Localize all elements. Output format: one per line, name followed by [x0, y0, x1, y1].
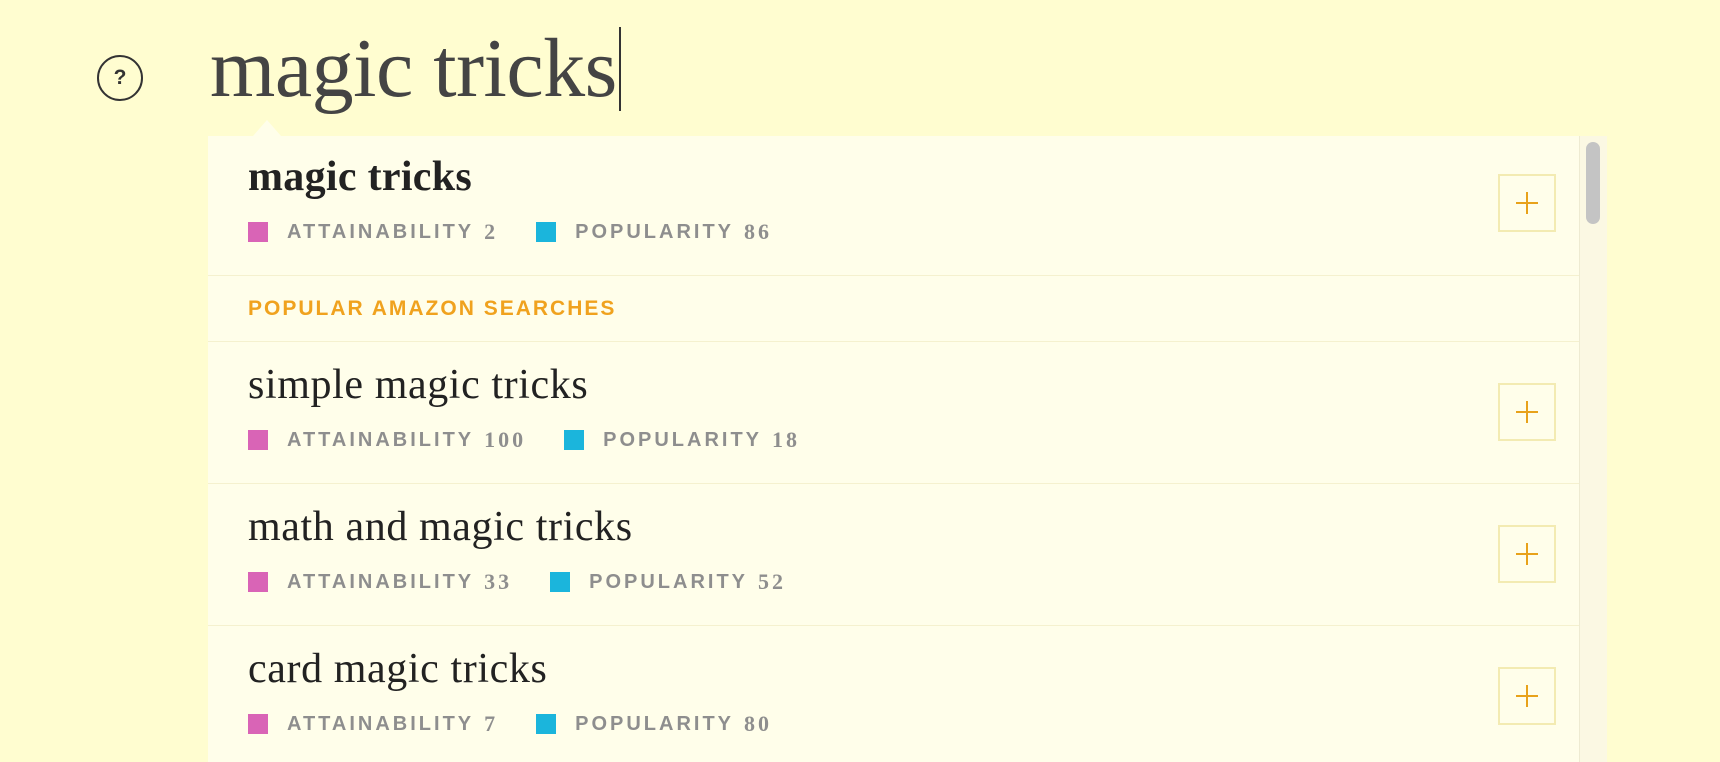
plus-icon	[1516, 192, 1538, 214]
suggestions-dropdown: magic tricks ATTAINABILITY 2 POPULARITY …	[208, 136, 1607, 762]
add-button[interactable]	[1498, 667, 1556, 725]
attainability-metric: ATTAINABILITY 100	[248, 427, 526, 453]
help-button[interactable]: ?	[97, 55, 143, 101]
top-result-row[interactable]: magic tricks ATTAINABILITY 2 POPULARITY …	[208, 136, 1579, 276]
scrollbar-track[interactable]	[1579, 136, 1607, 762]
popularity-swatch	[536, 714, 557, 734]
plus-icon	[1516, 401, 1538, 423]
attainability-swatch	[248, 430, 268, 450]
top-result-term: magic tricks	[248, 154, 473, 200]
add-button[interactable]	[1498, 174, 1556, 232]
suggestion-row[interactable]: card magic tricks ATTAINABILITY 7 POPULA…	[208, 626, 1579, 762]
attainability-swatch	[248, 572, 268, 592]
attainability-metric: ATTAINABILITY 2	[248, 219, 498, 245]
attainability-label: ATTAINABILITY	[287, 712, 475, 735]
suggestion-row[interactable]: simple magic tricks ATTAINABILITY 100 PO…	[208, 342, 1579, 484]
attainability-value: 7	[484, 711, 499, 736]
attainability-label: ATTAINABILITY	[287, 220, 475, 243]
popularity-metric: POPULARITY 18	[564, 427, 800, 453]
suggestion-term: math and magic tricks	[248, 504, 633, 550]
suggestion-metrics: ATTAINABILITY 100 POPULARITY 18	[248, 427, 838, 453]
attainability-swatch	[248, 222, 268, 242]
popularity-metric: POPULARITY 80	[536, 711, 772, 737]
suggestion-metrics: ATTAINABILITY 7 POPULARITY 80	[248, 711, 810, 737]
popularity-swatch	[536, 222, 557, 242]
suggestion-metrics: ATTAINABILITY 33 POPULARITY 52	[248, 569, 824, 595]
attainability-value: 33	[484, 569, 513, 594]
question-mark-icon: ?	[113, 66, 127, 89]
popularity-swatch	[564, 430, 585, 450]
popularity-value: 80	[744, 711, 773, 736]
popularity-metric: POPULARITY 52	[550, 569, 786, 595]
attainability-metric: ATTAINABILITY 7	[248, 711, 498, 737]
popularity-label: POPULARITY	[575, 712, 735, 735]
popularity-value: 18	[772, 427, 801, 452]
dropdown-pointer	[253, 120, 281, 136]
add-button[interactable]	[1498, 383, 1556, 441]
popularity-label: POPULARITY	[603, 428, 763, 451]
popularity-swatch	[550, 572, 571, 592]
top-result-metrics: ATTAINABILITY 2 POPULARITY 86	[248, 219, 810, 245]
suggestion-term: simple magic tricks	[248, 362, 589, 408]
suggestion-term: card magic tricks	[248, 646, 548, 692]
attainability-label: ATTAINABILITY	[287, 570, 475, 593]
popularity-value: 86	[744, 219, 773, 244]
attainability-label: ATTAINABILITY	[287, 428, 475, 451]
attainability-value: 100	[484, 427, 527, 452]
add-button[interactable]	[1498, 525, 1556, 583]
suggestion-row[interactable]: math and magic tricks ATTAINABILITY 33 P…	[208, 484, 1579, 626]
popularity-label: POPULARITY	[589, 570, 749, 593]
plus-icon	[1516, 685, 1538, 707]
search-input[interactable]: magic tricks	[210, 14, 621, 124]
suggestions-list: magic tricks ATTAINABILITY 2 POPULARITY …	[208, 136, 1579, 762]
section-title: POPULAR AMAZON SEARCHES	[248, 297, 617, 320]
search-query-text: magic tricks	[210, 22, 617, 115]
scrollbar-thumb[interactable]	[1586, 142, 1600, 224]
popularity-value: 52	[758, 569, 787, 594]
plus-icon	[1516, 543, 1538, 565]
popularity-metric: POPULARITY 86	[536, 219, 772, 245]
attainability-metric: ATTAINABILITY 33	[248, 569, 512, 595]
attainability-swatch	[248, 714, 268, 734]
popularity-label: POPULARITY	[575, 220, 735, 243]
attainability-value: 2	[484, 219, 499, 244]
text-caret	[618, 27, 621, 111]
section-header: POPULAR AMAZON SEARCHES	[208, 276, 1579, 342]
